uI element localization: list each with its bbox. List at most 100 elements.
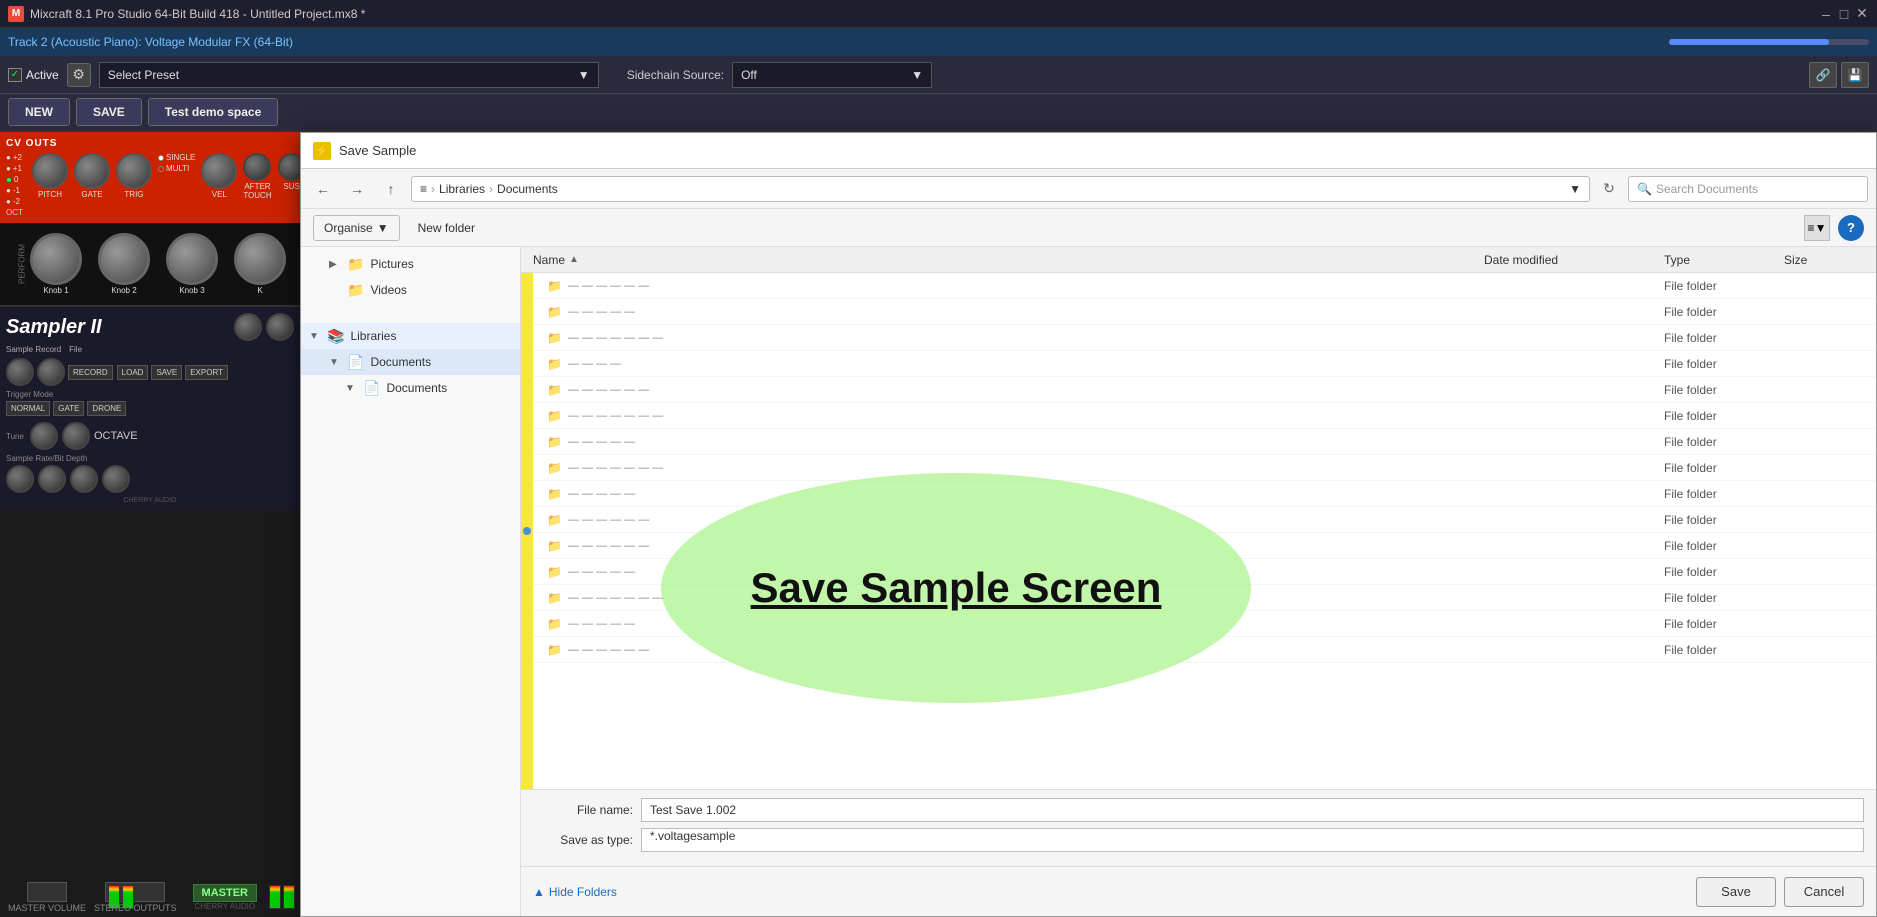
save-button[interactable]: SAVE: [76, 98, 142, 126]
bits-cv-knob[interactable]: [70, 465, 98, 493]
knob4[interactable]: [234, 233, 286, 285]
file-row-name-10: 📁 — — — — — —: [535, 513, 1476, 527]
fine-knob[interactable]: [62, 422, 90, 450]
table-row[interactable]: 📁 — — — — — File folder: [521, 429, 1876, 455]
col-date-text: Date modified: [1484, 253, 1558, 267]
nav-item-pictures[interactable]: ▶ 📁 Pictures: [301, 251, 520, 277]
table-row[interactable]: 📁 — — — — — — — File folder: [521, 325, 1876, 351]
breadcrumb[interactable]: ≡ › Libraries › Documents ▼: [411, 176, 1590, 202]
pitch-knob[interactable]: [32, 153, 68, 189]
knobs-row: Knob 1 Knob 2 Knob 3 K: [6, 229, 294, 299]
trig-knob[interactable]: [116, 153, 152, 189]
nav-libraries-label: Libraries: [350, 329, 396, 343]
settings-button[interactable]: ⚙: [67, 63, 91, 87]
minimize-button[interactable]: –: [1819, 7, 1833, 21]
trig-label: TRIG: [124, 190, 143, 199]
dialog-footer: ▲ Hide Folders Save Cancel: [521, 866, 1876, 916]
table-row[interactable]: 📁 — — — — — — File folder: [521, 273, 1876, 299]
table-row[interactable]: 📁 — — — — File folder: [521, 351, 1876, 377]
single-radio-dot: [158, 155, 164, 161]
active-control[interactable]: ✓ Active: [8, 68, 59, 82]
bit-depth-knob[interactable]: [102, 465, 130, 493]
column-type[interactable]: Type: [1656, 253, 1776, 267]
table-row[interactable]: 📁 — — — — — File folder: [521, 611, 1876, 637]
close-button[interactable]: ✕: [1855, 7, 1869, 21]
table-row[interactable]: 📁 — — — — — File folder: [521, 559, 1876, 585]
table-row[interactable]: 📁 — — — — — — File folder: [521, 507, 1876, 533]
action-bar: NEW SAVE Test demo space: [0, 94, 1877, 132]
load-button[interactable]: LOAD: [117, 365, 149, 380]
table-row[interactable]: 📁 — — — — — — File folder: [521, 533, 1876, 559]
knob3-group: Knob 3: [166, 233, 218, 295]
nav-item-libraries[interactable]: ▼ 📚 Libraries: [301, 323, 520, 349]
preset-dropdown[interactable]: Select Preset ▼: [99, 62, 599, 88]
dialog-save-button[interactable]: Save: [1696, 877, 1776, 907]
title-bar: M Mixcraft 8.1 Pro Studio 64-Bit Build 4…: [0, 0, 1877, 28]
gate-knob[interactable]: [74, 153, 110, 189]
drone-mode-button[interactable]: DRONE: [87, 401, 126, 416]
file-row-name-14: 📁 — — — — —: [535, 617, 1476, 631]
column-size[interactable]: Size: [1776, 253, 1876, 267]
aftertouch-knob[interactable]: [243, 153, 271, 181]
table-row[interactable]: 📁 — — — — — — — File folder: [521, 403, 1876, 429]
organize-button[interactable]: Organise ▼: [313, 215, 400, 241]
table-row[interactable]: 📁 — — — — — — File folder: [521, 637, 1876, 663]
table-row[interactable]: 📁 — — — — — — — File folder: [521, 455, 1876, 481]
normal-mode-button[interactable]: NORMAL: [6, 401, 50, 416]
rec-thresh-knob[interactable]: [37, 358, 65, 386]
file-name-input[interactable]: [641, 798, 1864, 822]
link-button[interactable]: 🔗: [1809, 62, 1837, 88]
refresh-button[interactable]: ↻: [1596, 176, 1622, 202]
export-button[interactable]: EXPORT: [185, 365, 228, 380]
nav-item-documents[interactable]: ▼ 📄 Documents: [301, 349, 520, 375]
demo-button[interactable]: Test demo space: [148, 98, 278, 126]
active-checkbox[interactable]: ✓: [8, 68, 22, 82]
hide-folders-button[interactable]: ▲ Hide Folders: [533, 885, 617, 899]
table-row[interactable]: 📁 — — — — — — — File folder: [521, 585, 1876, 611]
trigger-mode-label: Trigger Mode: [6, 390, 294, 399]
new-button[interactable]: NEW: [8, 98, 70, 126]
sidechain-dropdown[interactable]: Off ▼: [732, 62, 932, 88]
nav-item-documents-sub[interactable]: ▼ 📄 Documents: [301, 375, 520, 401]
column-date-modified[interactable]: Date modified: [1476, 253, 1656, 267]
knob1[interactable]: [30, 233, 82, 285]
save-as-type-dropdown[interactable]: *.voltagesample: [641, 828, 1864, 852]
octave-knob[interactable]: [30, 422, 58, 450]
save-sample-button[interactable]: SAVE: [151, 365, 182, 380]
dialog-cancel-button[interactable]: Cancel: [1784, 877, 1864, 907]
search-box[interactable]: 🔍 Search Documents: [1628, 176, 1868, 202]
tune-label: Tune: [6, 432, 24, 441]
multi-radio[interactable]: MULTI: [158, 164, 195, 173]
sus-knob[interactable]: [278, 153, 300, 181]
up-button[interactable]: ↑: [377, 176, 405, 202]
nav-item-videos[interactable]: 📁 Videos: [301, 277, 520, 303]
knob2[interactable]: [98, 233, 150, 285]
maximize-button[interactable]: □: [1837, 7, 1851, 21]
sampler-knob1[interactable]: [234, 313, 262, 341]
knob3[interactable]: [166, 233, 218, 285]
new-folder-button[interactable]: New folder: [408, 215, 485, 241]
rec-level-knob[interactable]: [6, 358, 34, 386]
back-button[interactable]: ←: [309, 176, 337, 202]
single-radio[interactable]: SINGLE: [158, 153, 195, 162]
forward-button[interactable]: →: [343, 176, 371, 202]
help-button[interactable]: ?: [1838, 215, 1864, 241]
gate-mode-button[interactable]: GATE: [53, 401, 84, 416]
view-toggle-button[interactable]: ≡ ▼: [1804, 215, 1830, 241]
col-type-text: Type: [1664, 253, 1690, 267]
table-row[interactable]: 📁 — — — — — — File folder: [521, 377, 1876, 403]
table-row[interactable]: 📁 — — — — — File folder: [521, 481, 1876, 507]
master-volume-knob[interactable]: [27, 882, 67, 902]
file-row-name-15: 📁 — — — — — —: [535, 643, 1476, 657]
record-button[interactable]: RECORD: [68, 365, 113, 380]
column-name[interactable]: Name ▲: [521, 253, 1476, 267]
expand-icon-documents: ▼: [329, 357, 341, 368]
rate-cv-knob[interactable]: [6, 465, 34, 493]
table-row[interactable]: 📁 — — — — — File folder: [521, 299, 1876, 325]
vel-knob[interactable]: [201, 153, 237, 189]
save-project-button[interactable]: 💾: [1841, 62, 1869, 88]
hide-folders-label: Hide Folders: [549, 885, 617, 899]
sampler-knob2[interactable]: [266, 313, 294, 341]
rate-knob[interactable]: [38, 465, 66, 493]
file-row-name-4: 📁 — — — —: [535, 357, 1476, 371]
